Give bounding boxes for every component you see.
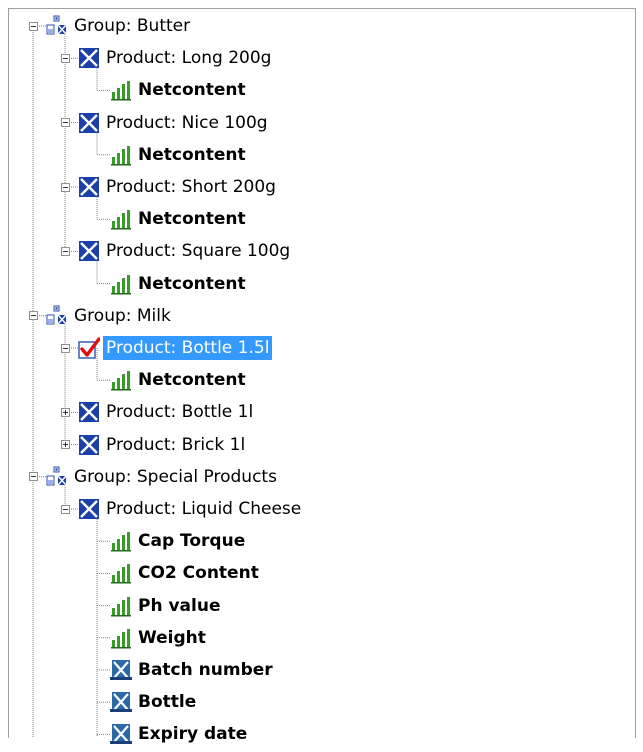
tree-node[interactable]: Product: Long 200g	[0, 46, 630, 70]
group-icon	[46, 15, 68, 37]
tree-node-label: Netcontent	[138, 209, 246, 230]
collapse-icon[interactable]	[60, 343, 70, 353]
tree-node[interactable]: Product: Short 200g	[0, 175, 630, 199]
chart-icon	[110, 562, 132, 584]
expand-icon[interactable]	[60, 440, 70, 450]
tree-node-label: Expiry date	[138, 724, 248, 745]
tree-node[interactable]: Netcontent	[0, 272, 630, 296]
tree-node[interactable]: Weight	[0, 626, 630, 650]
collapse-icon[interactable]	[60, 504, 70, 514]
tree-node[interactable]: Group: Butter	[0, 14, 630, 38]
product-x-icon	[78, 240, 100, 262]
collapse-icon[interactable]	[60, 53, 70, 63]
tree-node-label: Product: Long 200g	[106, 48, 272, 69]
tree-node[interactable]: Netcontent	[0, 78, 630, 102]
tree-node-label: CO2 Content	[138, 563, 259, 584]
checkmark-icon	[78, 337, 101, 359]
tree-node-label: Ph value	[138, 595, 221, 616]
chart-icon	[110, 627, 132, 649]
product-x-icon	[78, 498, 100, 520]
tree-node[interactable]: Cap Torque	[0, 529, 630, 553]
chart-icon	[110, 595, 132, 617]
chart-icon	[110, 530, 132, 552]
tree-node[interactable]: Product: Brick 1l	[0, 433, 630, 457]
chart-icon	[110, 369, 132, 391]
tree-node-label: Product: Nice 100g	[106, 112, 268, 133]
tree-node-label: Product: Short 200g	[106, 177, 276, 197]
tree-node-label: Group: Special Products	[74, 466, 277, 487]
chart-icon	[110, 144, 132, 166]
tree-node-label: Bottle	[138, 692, 197, 713]
tree-node-label: Product: Square 100g	[106, 241, 291, 262]
tree-node[interactable]: CO2 Content	[0, 561, 630, 585]
tree-node[interactable]: Expiry date	[0, 722, 630, 746]
product-x-icon	[78, 47, 100, 69]
tree-node[interactable]: Product: Bottle 1l	[0, 400, 630, 424]
tree-node[interactable]: Bottle	[0, 690, 630, 714]
tree-node-label: Netcontent	[138, 370, 246, 391]
collapse-icon[interactable]	[28, 21, 38, 31]
collapse-icon[interactable]	[28, 472, 38, 482]
attribute-x-icon	[110, 691, 132, 713]
group-icon	[46, 466, 68, 488]
attribute-x-icon	[110, 723, 132, 745]
tree-node-label: Product: Brick 1l	[106, 434, 246, 455]
tree-node-label: Group: Milk	[74, 305, 171, 326]
tree-node-label: Batch number	[138, 660, 273, 680]
tree-node-label: Netcontent	[138, 80, 246, 101]
chart-icon	[110, 79, 132, 101]
product-x-icon	[78, 112, 100, 134]
collapse-icon[interactable]	[60, 182, 70, 192]
product-x-icon	[78, 401, 100, 423]
tree-node[interactable]: Ph value	[0, 594, 630, 618]
chart-icon	[110, 273, 132, 295]
collapse-icon[interactable]	[60, 118, 70, 128]
tree-node[interactable]: Batch number	[0, 658, 630, 682]
tree-node-label: Netcontent	[138, 273, 246, 294]
tree-node-label: Product: Bottle 1.5l	[103, 336, 273, 360]
tree-node[interactable]: Netcontent	[0, 207, 630, 231]
tree-node[interactable]: Product: Bottle 1.5l	[0, 336, 630, 360]
attribute-x-icon	[110, 659, 132, 681]
tree-node[interactable]: Group: Milk	[0, 304, 630, 328]
tree-node-label: Netcontent	[138, 144, 246, 165]
tree-node-label: Product: Bottle 1l	[106, 402, 254, 423]
tree-node[interactable]: Product: Liquid Cheese	[0, 497, 630, 521]
tree-node[interactable]: Netcontent	[0, 368, 630, 392]
chart-icon	[110, 208, 132, 230]
group-icon	[46, 305, 68, 327]
tree-node-label: Weight	[138, 627, 206, 648]
product-x-icon	[78, 434, 100, 456]
expand-icon[interactable]	[60, 407, 70, 417]
collapse-icon[interactable]	[28, 311, 38, 321]
tree-node-label: Group: Butter	[74, 16, 191, 36]
tree-node[interactable]: Netcontent	[0, 143, 630, 167]
collapse-icon[interactable]	[60, 246, 70, 256]
tree-node[interactable]: Product: Nice 100g	[0, 111, 630, 135]
tree-node[interactable]: Product: Square 100g	[0, 239, 630, 263]
tree-node-label: Product: Liquid Cheese	[106, 499, 302, 519]
tree-node-label: Cap Torque	[138, 531, 246, 552]
tree-node[interactable]: Group: Special Products	[0, 465, 630, 489]
product-x-icon	[78, 176, 100, 198]
